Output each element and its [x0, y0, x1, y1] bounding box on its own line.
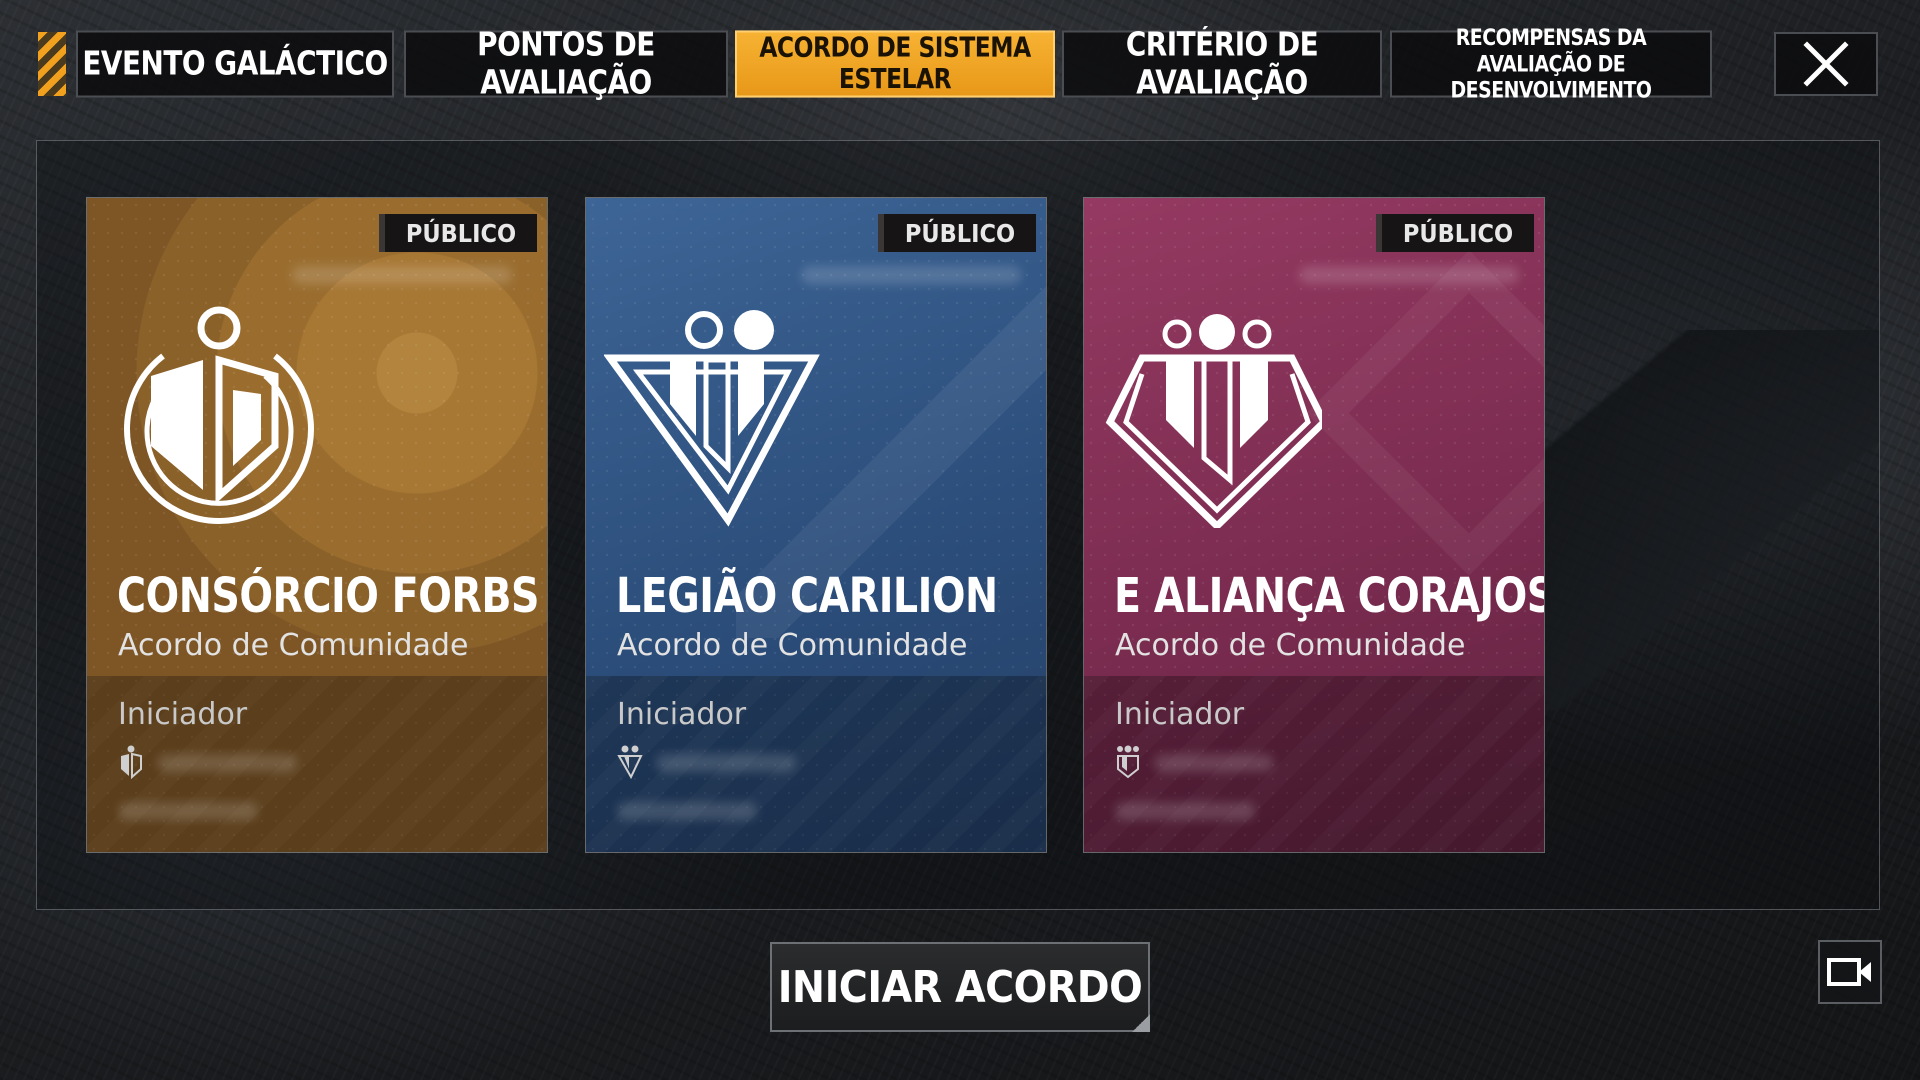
- tab-recompensas[interactable]: RECOMPENSAS DA AVALIAÇÃO DE DESENVOLVIME…: [1390, 25, 1712, 102]
- carilion-mini-emblem-icon: [617, 745, 643, 779]
- initiator-label: Iniciador: [1115, 697, 1245, 732]
- card-subtitle: Acordo de Comunidade: [1115, 628, 1466, 663]
- blurred-text: [292, 266, 512, 284]
- video-camera-icon: [1827, 958, 1871, 986]
- card-subtitle: Acordo de Comunidade: [617, 628, 968, 663]
- initiator-label: Iniciador: [118, 697, 248, 732]
- initiator-label: Iniciador: [617, 697, 747, 732]
- card-subtitle: Acordo de Comunidade: [118, 628, 469, 663]
- agreement-card-corajosa[interactable]: PÚBLICO E ALIANÇA CORAJOSA Acordo de Com…: [1083, 197, 1545, 853]
- card-title: CONSÓRCIO FORBS: [117, 568, 540, 625]
- tab-bar: EVENTO GALÁCTICO PONTOS DE AVALIAÇÃO ACO…: [38, 25, 1878, 102]
- blurred-initiator-name: [656, 754, 796, 772]
- card-title: LEGIÃO CARILION: [616, 568, 998, 625]
- corajosa-emblem-icon: [1105, 314, 1322, 528]
- blurred-initiator-date: [617, 802, 757, 820]
- public-badge: PÚBLICO: [878, 214, 1036, 252]
- corajosa-mini-emblem-icon: [1117, 745, 1139, 779]
- close-button[interactable]: [1774, 32, 1878, 96]
- close-icon: [1803, 41, 1849, 87]
- tab-evento-galactico[interactable]: EVENTO GALÁCTICO: [76, 30, 394, 98]
- public-badge: PÚBLICO: [1376, 214, 1534, 252]
- blurred-text: [801, 266, 1021, 284]
- agreement-card-forbs[interactable]: PÚBLICO CONSÓRCIO FORBS Acordo de Comuni…: [86, 197, 548, 853]
- forbs-emblem-icon: [124, 306, 314, 524]
- tab-pontos-de-avaliacao[interactable]: PONTOS DE AVALIAÇÃO: [404, 26, 728, 102]
- card-title: E ALIANÇA CORAJOSA: [1114, 568, 1545, 625]
- blurred-initiator-name: [1154, 754, 1274, 772]
- carilion-emblem-icon: [604, 310, 820, 527]
- public-badge: PÚBLICO: [379, 214, 537, 252]
- agreement-card-carilion[interactable]: PÚBLICO LEGIÃO CARILION Acordo de Comuni…: [585, 197, 1047, 853]
- tab-acordo-de-sistema-estelar[interactable]: ACORDO DE SISTEMA ESTELAR: [735, 30, 1055, 98]
- blurred-initiator-date: [1115, 802, 1255, 820]
- record-video-button[interactable]: [1818, 940, 1882, 1004]
- start-agreement-button[interactable]: INICIAR ACORDO: [770, 942, 1150, 1032]
- tab-bar-accent: [38, 32, 66, 96]
- forbs-mini-emblem-icon: [121, 745, 142, 779]
- blurred-initiator-name: [157, 754, 297, 772]
- blurred-text: [1299, 266, 1519, 284]
- tab-criterio-de-avaliacao[interactable]: CRITÉRIO DE AVALIAÇÃO: [1062, 26, 1382, 102]
- blurred-initiator-date: [118, 802, 258, 820]
